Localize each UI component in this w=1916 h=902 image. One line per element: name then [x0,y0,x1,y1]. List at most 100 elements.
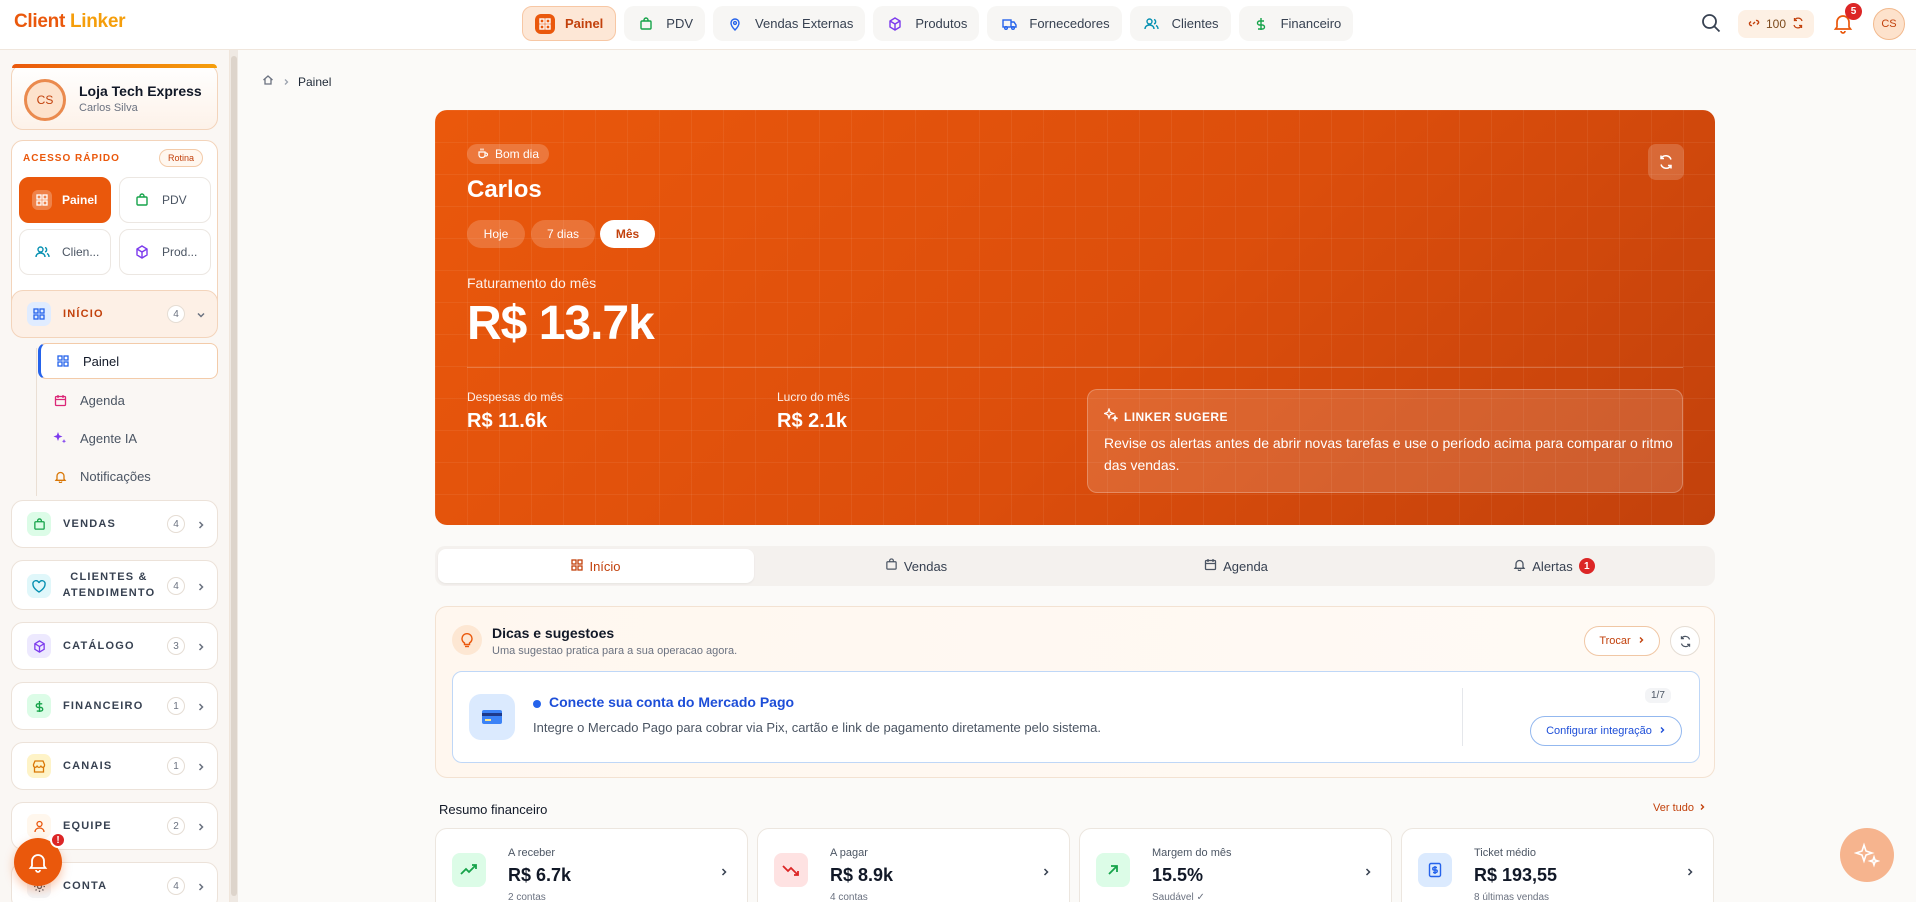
chevron-right-icon [1658,725,1666,737]
box-icon [27,634,51,658]
sparkles-icon [1854,842,1880,868]
trend-up-icon [452,853,486,887]
linker-suggests-card: LINKER SUGERE Revise os alertas antes de… [1087,389,1683,493]
expenses-label: Despesas do mês [467,390,564,404]
scrollbar-thumb[interactable] [231,56,237,896]
arrow-up-right-icon [1096,853,1130,887]
coins-balance[interactable]: 100 [1738,10,1814,38]
bag-icon [27,512,51,536]
swap-tip-button[interactable]: Trocar [1584,626,1660,656]
chevron-right-icon [1040,865,1052,877]
sidebar-item-notificacoes[interactable]: Notificações [38,458,218,494]
sidebar-item-painel[interactable]: Painel [38,343,218,379]
nav-vendas-externas[interactable]: Vendas Externas [713,6,866,41]
kpi-receivable[interactable]: A receber R$ 6.7k 2 contas [435,828,748,902]
tips-subtitle: Uma sugestao pratica para a sua operacao… [492,645,738,657]
dollar-icon [1251,14,1271,34]
period-mes[interactable]: Mês [600,220,655,248]
bell-icon [1513,558,1526,574]
period-hoje[interactable]: Hoje [467,220,525,248]
search-icon[interactable] [1700,12,1724,36]
chevron-right-icon [1637,635,1645,647]
quick-painel-button[interactable]: Painel [19,177,111,223]
tip-divider [1462,688,1463,746]
nav-produtos[interactable]: Produtos [873,6,980,41]
quick-clientes-button[interactable]: Clien... [19,229,111,275]
chevron-right-icon [282,75,290,89]
chevron-right-icon [1684,865,1696,877]
grid-icon [27,302,51,326]
tips-refresh-button[interactable] [1670,626,1700,656]
heart-icon [27,574,51,598]
chevron-right-icon [1698,802,1706,814]
sidebar-group-canais[interactable]: CANAIS 1 [11,742,218,790]
user-avatar[interactable]: CS [1873,8,1905,40]
profit-value: R$ 2.1k [777,410,848,432]
chevron-right-icon [195,700,207,712]
quick-access-tag[interactable]: Rotina [159,149,204,167]
nav-fornecedores[interactable]: Fornecedores [987,6,1122,41]
sidebar-group-vendas[interactable]: VENDAS 4 [11,500,218,548]
tip-counter: 1/7 [1645,688,1671,703]
ai-assistant-button[interactable] [1840,828,1894,882]
tab-agenda[interactable]: Agenda [1078,549,1394,583]
chevron-right-icon [718,865,730,877]
grid-icon [53,355,73,367]
nav-financeiro[interactable]: Financeiro [1238,6,1354,41]
kpi-margin[interactable]: Margem do mês 15.5% Saudável ✓ [1079,828,1392,902]
see-all-link[interactable]: Ver tudo [1653,802,1706,814]
suggestion-text: Revise os alertas antes de abrir novas t… [1104,435,1673,473]
sidebar-item-agente-ia[interactable]: Agente IA [38,420,218,456]
map-pin-icon [725,14,745,34]
nav-painel[interactable]: Painel [522,6,617,41]
quick-produtos-button[interactable]: Prod... [119,229,211,275]
chevron-right-icon [195,640,207,652]
hero-card: Bom dia Carlos Hoje 7 dias Mês Faturamen… [435,110,1715,525]
sidebar-group-clientes[interactable]: CLIENTES & ATENDIMENTO 4 [11,560,218,610]
chevron-right-icon [195,760,207,772]
sidebar-group-financeiro[interactable]: FINANCEIRO 1 [11,682,218,730]
tips-title: Dicas e sugestoes [492,625,615,641]
kpi-avg-ticket[interactable]: Ticket médio R$ 193,55 8 últimas vendas [1401,828,1714,902]
kpi-payable[interactable]: A pagar R$ 8.9k 4 contas [757,828,1070,902]
grid-icon [571,558,584,574]
sparkles-icon [50,431,70,445]
grid-icon [535,13,555,34]
credit-card-icon [469,694,515,740]
configure-integration-button[interactable]: Configurar integração [1530,716,1682,746]
bell-icon [50,470,70,483]
coffee-icon [477,147,489,162]
sidebar-group-inicio[interactable]: INÍCIO 4 [11,290,218,338]
nav-clientes[interactable]: Clientes [1129,6,1231,41]
app-logo[interactable]: Client Linker [14,11,125,33]
tips-panel: Dicas e sugestoes Uma sugestao pratica p… [435,606,1715,778]
main-nav: Painel PDV Vendas Externas Produtos Forn… [522,6,1354,42]
store-user: Carlos Silva [79,102,138,114]
tab-inicio[interactable]: Início [438,549,754,583]
box-icon [132,242,152,262]
hero-refresh-button[interactable] [1648,144,1684,180]
store-card[interactable]: CS Loja Tech Express Carlos Silva [11,64,218,130]
calendar-icon [50,394,70,407]
revenue-label: Faturamento do mês [467,275,597,291]
status-dot [533,700,541,708]
bag-icon [636,14,656,34]
quick-pdv-button[interactable]: PDV [119,177,211,223]
alerts-badge: 1 [1578,558,1595,574]
tab-alertas[interactable]: Alertas 1 [1396,549,1712,583]
chevron-right-icon [195,580,207,592]
refresh-icon[interactable] [1792,16,1804,32]
chevron-right-icon [195,820,207,832]
nav-pdv[interactable]: PDV [624,6,706,41]
financial-summary-title: Resumo financeiro [439,802,548,817]
box-icon [885,14,905,34]
home-icon[interactable] [262,74,274,89]
user-greeting-name: Carlos [467,176,542,203]
sidebar-scrollbar[interactable] [230,50,238,902]
link-icon [1748,17,1760,32]
grid-icon [32,190,52,210]
sidebar-item-agenda[interactable]: Agenda [38,382,218,418]
period-7-dias[interactable]: 7 dias [531,220,595,248]
sidebar-group-catalogo[interactable]: CATÁLOGO 3 [11,622,218,670]
tab-vendas[interactable]: Vendas [758,549,1074,583]
